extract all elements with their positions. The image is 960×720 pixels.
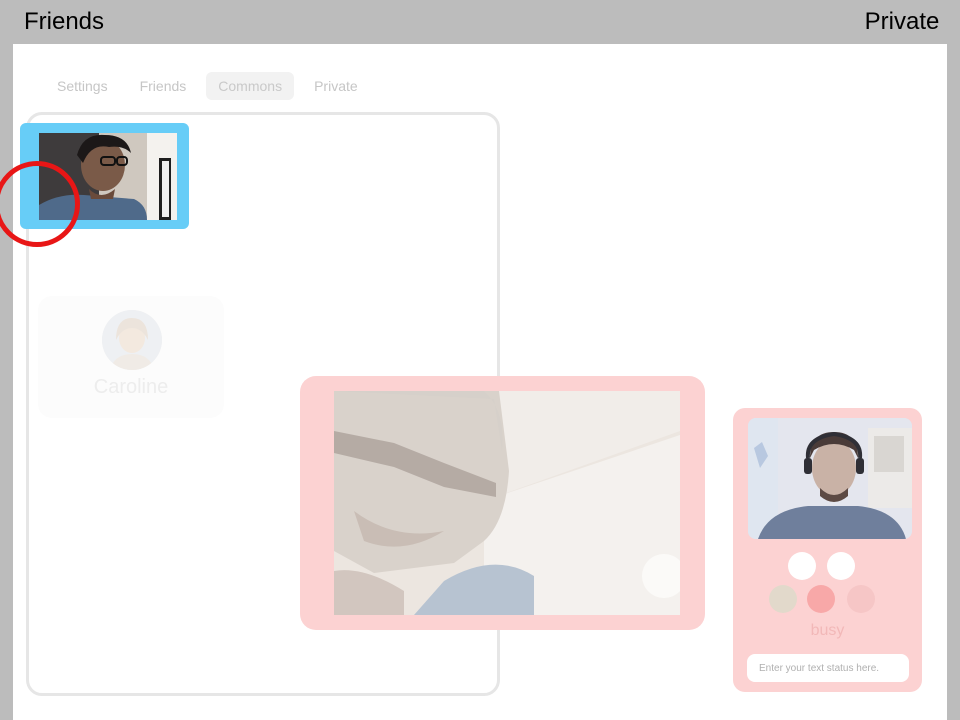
status-self-video: [748, 418, 912, 539]
main-call-video: [334, 391, 680, 615]
caroline-name-label: Caroline: [93, 376, 169, 398]
away-dot[interactable]: [847, 585, 875, 613]
tab-settings[interactable]: Settings: [45, 72, 120, 100]
tab-commons[interactable]: Commons: [206, 72, 295, 100]
available-dot[interactable]: [769, 585, 797, 613]
status-card: busy: [733, 408, 922, 692]
white-dot-right[interactable]: [827, 552, 855, 580]
main-call-frame[interactable]: [300, 376, 705, 630]
tab-friends[interactable]: Friends: [128, 72, 199, 100]
friends-corner-text: Friends: [24, 8, 105, 35]
friend-card-caroline[interactable]: Caroline: [38, 296, 224, 418]
text-status-input[interactable]: [747, 654, 909, 682]
private-corner-label: Private: [844, 0, 960, 44]
private-corner-text: Private: [864, 8, 940, 35]
caroline-avatar: [102, 310, 162, 370]
friends-corner-label: Friends: [0, 0, 125, 44]
white-dot-left[interactable]: [788, 552, 816, 580]
busy-dot[interactable]: [807, 585, 835, 613]
tab-private[interactable]: Private: [302, 72, 370, 100]
status-label: busy: [810, 622, 845, 639]
tab-bar: Settings Friends Commons Private: [45, 72, 370, 100]
